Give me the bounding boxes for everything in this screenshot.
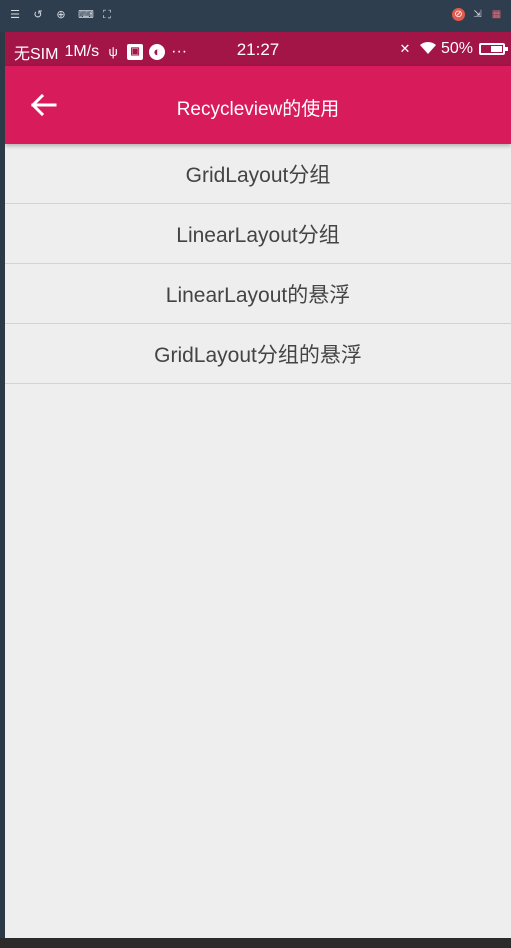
emulator-toolbar: ☰ ↺ ⊕ ⌨ ⛶ ⊘ ⇲ ▦ [0,0,511,32]
wifi-icon [419,41,436,57]
list-item-linear-sticky[interactable]: LinearLayout的悬浮 [5,264,511,324]
list-item-grid-group-sticky[interactable]: GridLayout分组的悬浮 [5,324,511,384]
keyboard-icon[interactable]: ⌨ [78,9,94,21]
battery-percent: 50% [440,40,473,57]
list-item-linear-group[interactable]: LinearLayout分组 [5,204,511,264]
emulator-tools: ☰ ↺ ⊕ ⌨ ⛶ [9,9,113,21]
record-icon[interactable]: ⊘ [452,8,465,21]
page-title: Recycleview的使用 [176,99,340,120]
list-icon[interactable]: ☰ [9,9,21,21]
rotate-icon[interactable]: ↺ [32,9,44,21]
zoom-icon[interactable]: ⊕ [55,9,67,21]
recycler-list: GridLayout分组 LinearLayout分组 LinearLayout… [5,144,511,384]
grid-icon[interactable]: ▦ [490,8,503,21]
status-bar: 无SIM 1M/s ψ ▣ ◐ ··· 21:27 ✕ 50% [5,32,511,66]
export-icon[interactable]: ⇲ [471,8,484,21]
emulator-bottom-edge [0,938,511,948]
emulator-right-tools: ⊘ ⇲ ▦ [452,8,503,21]
mute-icon: ✕ [399,41,411,56]
battery-icon [479,43,508,55]
list-item-grid-group[interactable]: GridLayout分组 [5,144,511,204]
phone-screen: 无SIM 1M/s ψ ▣ ◐ ··· 21:27 ✕ 50% Recyclev… [5,32,511,938]
app-toolbar: Recycleview的使用 [5,66,511,144]
fullscreen-icon[interactable]: ⛶ [101,9,113,21]
status-right: ✕ 50% [397,40,508,58]
